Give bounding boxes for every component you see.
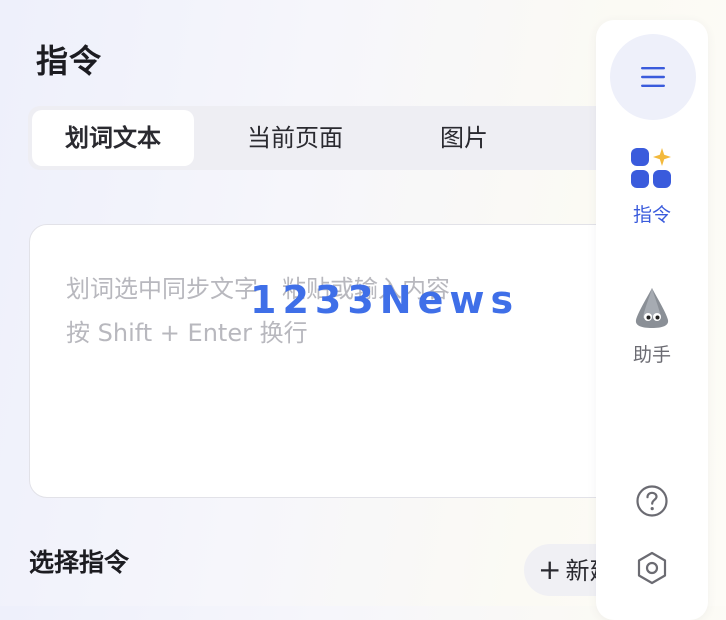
- source-tabs: 划词文本 当前页面 图片 PD: [28, 106, 648, 170]
- main-panel: 指令 划词文本 当前页面 图片 PD 1233News 选择指令 +新建: [0, 0, 684, 606]
- sidebar-item-assistant[interactable]: 助手: [596, 286, 708, 367]
- tab-image[interactable]: 图片: [394, 110, 534, 166]
- plus-icon: +: [538, 553, 562, 586]
- hamburger-menu-icon: [641, 67, 665, 87]
- select-command-heading: 选择指令: [29, 548, 130, 577]
- help-circle-icon[interactable]: [635, 484, 669, 518]
- page-title: 指令: [36, 42, 103, 80]
- content-input[interactable]: [64, 265, 608, 469]
- sidebar-item-assistant-label: 助手: [632, 344, 671, 366]
- tab-selected-text[interactable]: 划词文本: [32, 110, 194, 166]
- menu-button[interactable]: [610, 34, 696, 120]
- command-grid-icon: [631, 148, 671, 188]
- sidebar-item-commands[interactable]: 指令: [596, 148, 708, 227]
- right-sidebar: 指令 助手: [596, 20, 708, 620]
- gear-icon[interactable]: [634, 550, 670, 586]
- sidebar-item-commands-label: 指令: [632, 204, 671, 226]
- tab-current-page[interactable]: 当前页面: [210, 110, 380, 166]
- text-input-box: [29, 224, 659, 498]
- assistant-avatar-icon: [635, 288, 669, 328]
